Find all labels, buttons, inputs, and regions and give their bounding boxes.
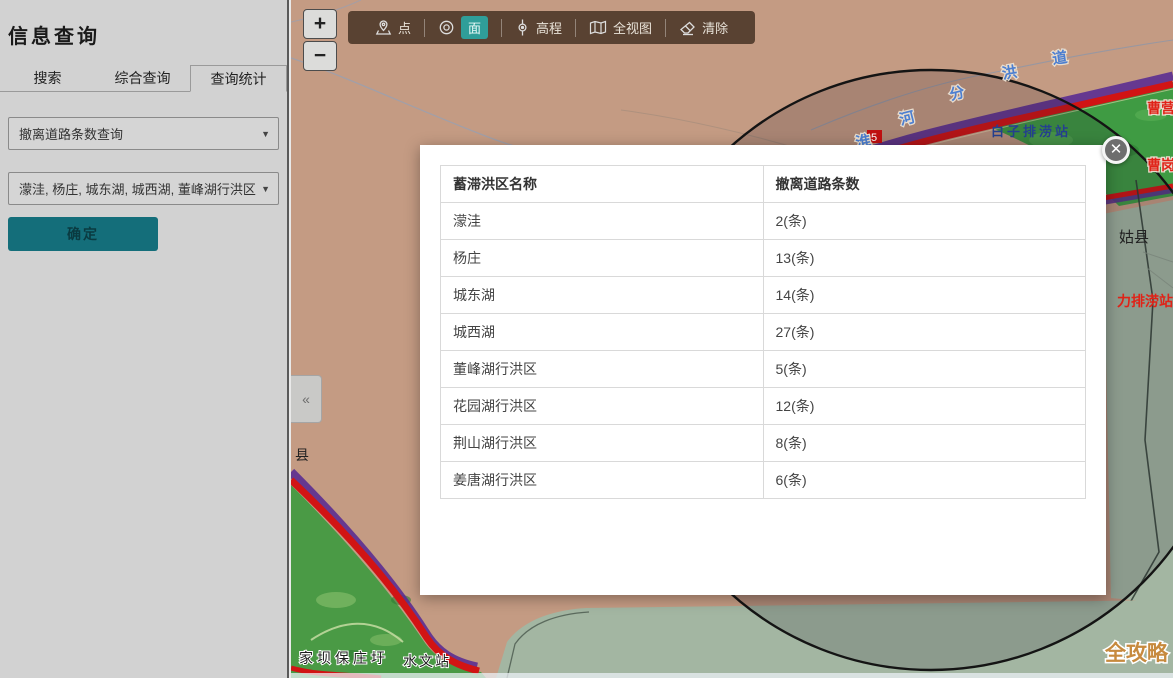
statistics-result-modal: 蓄滞洪区名称 撤离道路条数 濛洼 2(条) 杨庄 13(条) 城东湖 14(条): [420, 145, 1106, 595]
flood-area-value: 濛洼, 杨庄, 城东湖, 城西湖, 董峰湖行洪区, 花园湖行洪区, 荆山湖行洪区…: [9, 179, 257, 198]
query-tabbar: 搜索 综合查询 查询统计: [0, 65, 287, 92]
modal-close-button[interactable]: ✕: [1102, 136, 1130, 164]
village-label-red-top: 曹营: [1147, 100, 1173, 116]
chevron-down-icon: ▼: [261, 129, 270, 139]
road-count-cell: 14(条): [763, 277, 1086, 314]
county-label-left: 县: [295, 447, 309, 463]
evacuation-roads-table: 蓄滞洪区名称 撤离道路条数 濛洼 2(条) 杨庄 13(条) 城东湖 14(条): [440, 165, 1086, 499]
flood-area-multiselect[interactable]: 濛洼, 杨庄, 城东湖, 城西湖, 董峰湖行洪区, 花园湖行洪区, 荆山湖行洪区…: [8, 172, 279, 205]
road-count-cell: 2(条): [763, 203, 1086, 240]
area-name-cell: 花园湖行洪区: [441, 388, 764, 425]
road-count-cell: 27(条): [763, 314, 1086, 351]
zoom-out-button[interactable]: −: [303, 41, 337, 71]
elevation-tool[interactable]: 高程: [502, 18, 575, 37]
close-icon: ✕: [1110, 141, 1123, 158]
table-row: 杨庄 13(条): [441, 240, 1086, 277]
area-name-cell: 城东湖: [441, 277, 764, 314]
point-tool-label: 点: [398, 18, 411, 37]
area-name-cell: 濛洼: [441, 203, 764, 240]
table-row: 濛洼 2(条): [441, 203, 1086, 240]
clear-tool[interactable]: 清除: [666, 18, 741, 37]
svg-text:道: 道: [1051, 48, 1068, 68]
circle-target-icon: [438, 19, 455, 36]
tab-query-statistics[interactable]: 查询统计: [190, 65, 287, 92]
pump-station-label: 白子排涝站: [991, 124, 1071, 139]
polygon-tool-label: 面: [461, 16, 488, 39]
levee-label: 家坝保庄圩: [299, 650, 389, 666]
gis-query-app: 信息查询 搜索 综合查询 查询统计 撤离道路条数查询 ▼ 濛洼, 杨庄, 城东湖…: [0, 0, 1173, 678]
station-label-red: 力排涝站: [1117, 293, 1173, 309]
table-row: 姜唐湖行洪区 6(条): [441, 462, 1086, 499]
road-count-cell: 6(条): [763, 462, 1086, 499]
table-row: 城西湖 27(条): [441, 314, 1086, 351]
query-type-value: 撤离道路条数查询: [9, 124, 123, 143]
map-pin-icon: [375, 19, 392, 36]
hydro-station-label: 水文站: [403, 653, 451, 669]
zoom-in-button[interactable]: +: [303, 9, 337, 39]
full-extent-tool[interactable]: 全视图: [576, 18, 665, 37]
area-name-cell: 姜唐湖行洪区: [441, 462, 764, 499]
area-name-cell: 杨庄: [441, 240, 764, 277]
tab-search[interactable]: 搜索: [0, 65, 95, 91]
column-header-road-count: 撤离道路条数: [763, 166, 1086, 203]
area-name-cell: 董峰湖行洪区: [441, 351, 764, 388]
table-row: 花园湖行洪区 12(条): [441, 388, 1086, 425]
elevation-marker-icon: [515, 19, 530, 36]
page-title: 信息查询: [0, 0, 287, 49]
zoom-control: + −: [303, 9, 337, 71]
road-count-cell: 8(条): [763, 425, 1086, 462]
map-attribution-strip: [291, 673, 1173, 678]
village-label-red: 曹岗: [1147, 157, 1173, 173]
map-toolbar: 点 面 高程: [348, 11, 755, 44]
sidebar-collapse-handle[interactable]: «: [291, 375, 322, 423]
chevron-down-icon: ▼: [261, 184, 270, 194]
watermark-label: 全攻略: [1104, 641, 1169, 665]
info-query-sidebar: 信息查询 搜索 综合查询 查询统计 撤离道路条数查询 ▼ 濛洼, 杨庄, 城东湖…: [0, 0, 289, 678]
point-query-tool[interactable]: 点: [362, 18, 424, 37]
eraser-icon: [679, 20, 696, 36]
tab-comprehensive-query[interactable]: 综合查询: [95, 65, 190, 91]
table-row: 董峰湖行洪区 5(条): [441, 351, 1086, 388]
county-label-right: 姑县: [1119, 229, 1149, 246]
elevation-tool-label: 高程: [536, 18, 562, 37]
table-header-row: 蓄滞洪区名称 撤离道路条数: [441, 166, 1086, 203]
polygon-query-tool[interactable]: 面: [425, 16, 501, 39]
clear-tool-label: 清除: [702, 18, 728, 37]
road-count-cell: 12(条): [763, 388, 1086, 425]
svg-text:5: 5: [871, 132, 877, 144]
table-row: 荆山湖行洪区 8(条): [441, 425, 1086, 462]
road-count-cell: 13(条): [763, 240, 1086, 277]
confirm-button[interactable]: 确定: [8, 217, 158, 251]
query-type-select[interactable]: 撤离道路条数查询 ▼: [8, 117, 279, 150]
full-extent-icon: [589, 20, 607, 35]
road-count-cell: 5(条): [763, 351, 1086, 388]
column-header-area-name: 蓄滞洪区名称: [441, 166, 764, 203]
area-name-cell: 城西湖: [441, 314, 764, 351]
svg-text:洪: 洪: [1001, 64, 1019, 83]
full-extent-tool-label: 全视图: [613, 18, 652, 37]
area-name-cell: 荆山湖行洪区: [441, 425, 764, 462]
table-row: 城东湖 14(条): [441, 277, 1086, 314]
